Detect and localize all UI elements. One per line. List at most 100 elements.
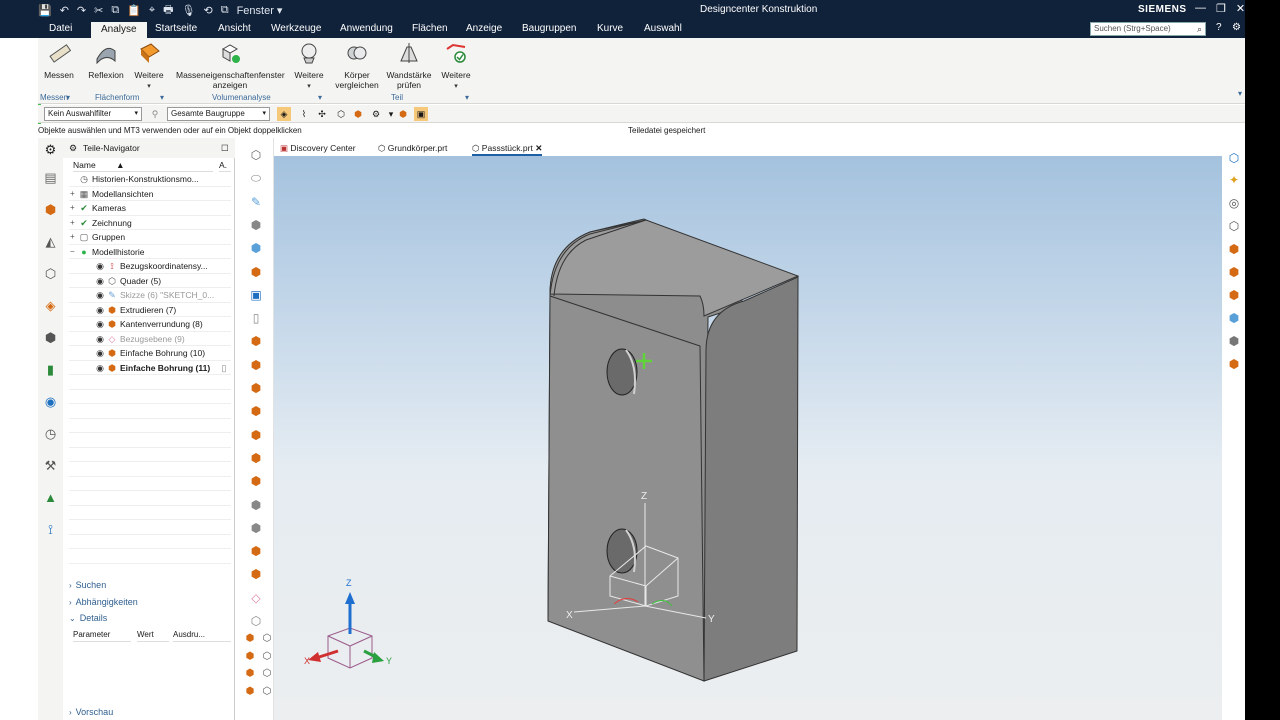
group-chevron-icon[interactable]: ▾ <box>160 93 164 102</box>
menu-kurve[interactable]: Kurve <box>597 23 623 38</box>
feature-command-icon[interactable]: ⬢ <box>248 474 264 488</box>
constraint-navigator-icon[interactable]: ◭ <box>42 233 59 250</box>
part-navigator-icon[interactable]: ▤ <box>42 169 59 186</box>
feature-command-icon[interactable]: ⬢ <box>242 632 258 646</box>
visibility-eye-icon[interactable]: ◉ <box>95 319 105 329</box>
feature-command-icon[interactable]: ▣ <box>248 288 264 302</box>
tree-row-groups[interactable]: + ▢ Gruppen <box>69 230 231 245</box>
messen-button[interactable]: Messen <box>42 40 76 80</box>
tab-passstueck[interactable]: ⬡ Passstück.prt ✕ <box>472 142 543 156</box>
minimize-icon[interactable]: — <box>1195 2 1206 15</box>
section-vorschau[interactable]: › Vorschau <box>69 705 231 719</box>
roles-icon[interactable]: ▲ <box>42 489 59 506</box>
feature-command-icon[interactable]: ⬢ <box>248 404 264 418</box>
visibility-eye-icon[interactable]: ◉ <box>95 334 105 344</box>
tree-row-datum-plane[interactable]: ◉ ◇ Bezugsebene (9) <box>69 332 231 346</box>
tree-row-cameras[interactable]: + ✔ Kameras <box>69 201 231 216</box>
feature-command-icon[interactable]: ⬡ <box>259 685 275 699</box>
visibility-eye-icon[interactable]: ◉ <box>95 290 105 300</box>
group-chevron-icon[interactable]: ▾ <box>465 93 469 102</box>
repeat-icon[interactable]: ⟲ <box>203 4 212 17</box>
feature-command-icon[interactable]: ⬭ <box>248 171 264 185</box>
feature-command-icon[interactable]: ⬢ <box>242 650 258 664</box>
feature-command-icon[interactable]: ⬢ <box>248 241 264 255</box>
view-cube-icon[interactable]: ⬡ <box>1226 150 1242 166</box>
shine-icon[interactable]: ✦ <box>1226 172 1242 188</box>
tree-row-block[interactable]: ◉ ⬡ Quader (5) <box>69 274 231 288</box>
feature-command-icon[interactable]: ⬢ <box>248 218 264 232</box>
eye-icon[interactable]: ◎ <box>1226 195 1242 211</box>
tab-discovery-center[interactable]: ▣ Discovery Center <box>280 142 356 156</box>
tab-grundkoerper[interactable]: ⬡ Grundkörper.prt <box>378 142 447 156</box>
visibility-eye-icon[interactable]: ◉ <box>95 348 105 358</box>
feature-command-icon[interactable]: ▯ <box>248 311 264 325</box>
tree-row-history-mode[interactable]: ◷ Historien-Konstruktionsmo... <box>69 172 231 187</box>
solid-icon[interactable]: ⬢ <box>1226 287 1242 303</box>
maximize-icon[interactable]: ☐ <box>221 143 229 154</box>
menu-baugruppen[interactable]: Baugruppen <box>522 23 577 38</box>
feature-command-icon[interactable]: ⬢ <box>248 544 264 558</box>
selection-scope-dropdown[interactable]: Gesamte Baugruppe ▾ <box>167 107 270 121</box>
tree-row-model-views[interactable]: + ▦ Modellansichten <box>69 187 231 201</box>
feature-command-icon[interactable]: ◇ <box>248 591 264 605</box>
tree-row-simple-hole-10[interactable]: ◉ ⬢ Einfache Bohrung (10) <box>69 346 231 361</box>
tree-row-sketch[interactable]: ◉ ✎ Skizze (6) "SKETCH_0... <box>69 288 231 303</box>
tree-row-drawing[interactable]: + ✔ Zeichnung <box>69 216 231 230</box>
column-header-a[interactable]: A. <box>219 158 231 172</box>
feature-command-icon[interactable]: ⬢ <box>242 685 258 699</box>
menu-ansicht[interactable]: Ansicht <box>218 23 251 38</box>
assembly-navigator-icon[interactable]: ⬢ <box>42 201 59 218</box>
weitere-flaechenform-button[interactable]: Weitere ▾ <box>132 40 166 92</box>
hole-upper[interactable] <box>606 348 638 396</box>
feature-command-icon[interactable]: ⬡ <box>259 632 275 646</box>
group-chevron-icon[interactable]: ▾ <box>318 93 322 102</box>
window-menu[interactable]: Fenster ▾ <box>237 4 283 17</box>
process-studio-icon[interactable]: ⚒ <box>42 457 59 474</box>
select-features-icon[interactable]: ◈ <box>277 107 291 121</box>
redo-icon[interactable]: ↷ <box>77 4 86 17</box>
select-face-icon[interactable]: ⬢ <box>351 107 365 121</box>
paste-icon[interactable]: 📋 <box>127 4 141 17</box>
menu-datei[interactable]: Datei <box>49 23 72 38</box>
weitere-volumen-button[interactable]: Weitere ▾ <box>292 40 326 92</box>
weitere-teil-button[interactable]: Weitere ▾ <box>439 40 473 92</box>
visibility-eye-icon[interactable]: ◉ <box>95 276 105 286</box>
restore-icon[interactable]: ❐ <box>1216 2 1226 15</box>
menu-anwendung[interactable]: Anwendung <box>340 23 393 38</box>
select-component-icon[interactable]: ▣ <box>414 107 428 121</box>
section-suchen[interactable]: › Suchen <box>69 578 231 592</box>
tree-row-extrude[interactable]: ◉ ⬢ Extrudieren (7) <box>69 303 231 317</box>
close-icon[interactable]: ✕ <box>535 143 542 153</box>
copy-icon[interactable]: ⧉ <box>111 4 119 17</box>
system-scenes-icon[interactable]: ⟟ <box>42 521 59 538</box>
feature-command-icon[interactable]: ⬡ <box>259 650 275 664</box>
menu-werkzeuge[interactable]: Werkzeuge <box>271 23 321 38</box>
snap-icon[interactable]: ⌖ <box>149 4 155 17</box>
feature-command-icon[interactable]: ✎ <box>248 195 264 209</box>
part-side-face[interactable] <box>703 276 799 682</box>
hd3d-icon[interactable]: ⬢ <box>42 329 59 346</box>
feature-command-icon[interactable]: ⬢ <box>248 428 264 442</box>
menu-analyse[interactable]: Analyse <box>91 22 147 38</box>
wandstaerke-pruefen-button[interactable]: Wandstärke prüfen <box>385 40 433 90</box>
feature-command-icon[interactable]: ⬢ <box>248 358 264 372</box>
part-icon[interactable]: ⬡ <box>42 265 59 282</box>
select-curves-icon[interactable]: ⌇ <box>297 107 311 121</box>
command-search[interactable]: Suchen (Strg+Space) ⌕ <box>1090 22 1206 36</box>
close-icon[interactable]: ✕ <box>1236 2 1245 15</box>
tree-row-datum-csys[interactable]: ◉ ⟟ Bezugskoordinatensy... <box>69 259 231 274</box>
menu-flaechen[interactable]: Flächen <box>412 23 448 38</box>
feature-command-icon[interactable]: ⬢ <box>248 567 264 581</box>
section-abhaengigkeiten[interactable]: › Abhängigkeiten <box>69 595 231 609</box>
print-icon[interactable]: 🖶 <box>163 1 173 20</box>
filter-reset-icon[interactable]: ⚲ <box>148 107 162 121</box>
select-solid-icon[interactable]: ⬢ <box>396 107 410 121</box>
select-edge-icon[interactable]: ⬡ <box>334 107 348 121</box>
details-col-wert[interactable]: Wert <box>137 628 169 642</box>
collapse-icon[interactable]: − <box>70 245 75 259</box>
tree-row-simple-hole-11[interactable]: ◉ ⬢ Einfache Bohrung (11) ▯ <box>69 361 231 375</box>
visibility-eye-icon[interactable]: ◉ <box>95 261 105 271</box>
snap-point-icon[interactable]: ✣ <box>315 107 329 121</box>
expand-icon[interactable]: + <box>70 201 75 215</box>
visibility-eye-icon[interactable]: ◉ <box>95 363 105 373</box>
